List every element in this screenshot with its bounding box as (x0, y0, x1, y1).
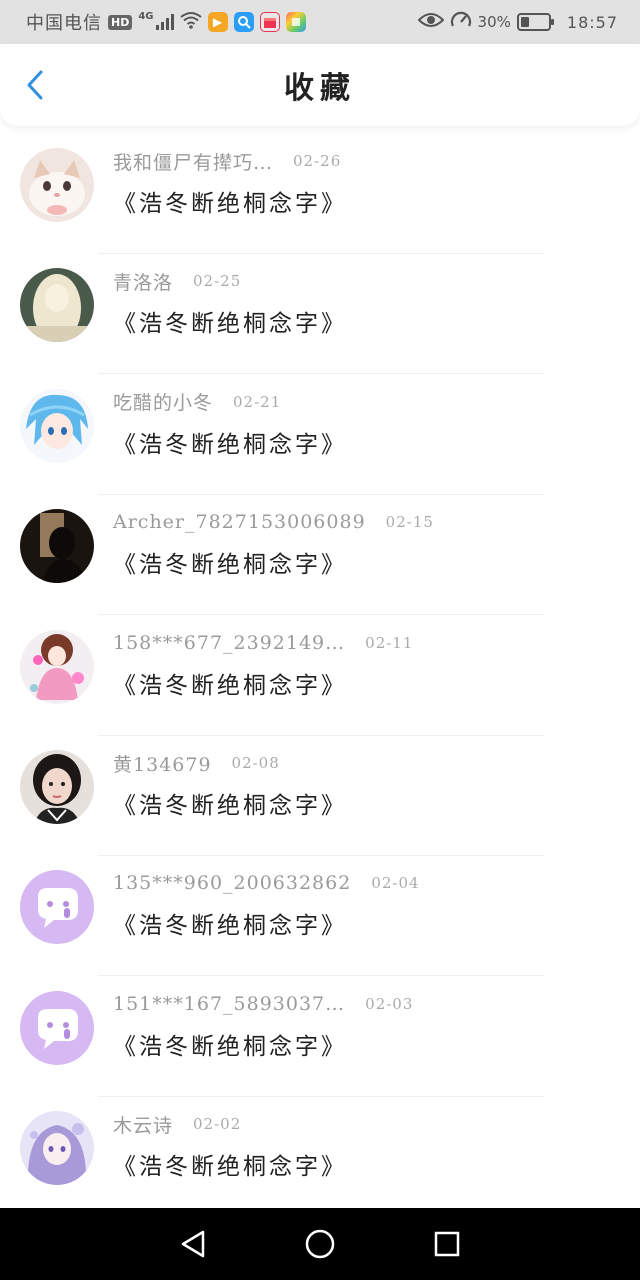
user-name[interactable]: 151***167_5893037… (113, 993, 345, 1015)
item-title[interactable]: 《浩冬断绝桐念字》 (113, 425, 347, 459)
avatar[interactable] (20, 990, 94, 1065)
video-app-icon: ▶ (207, 12, 228, 32)
user-name[interactable]: Archer_7827153006089 (113, 511, 366, 533)
item-date: 02-08 (231, 754, 280, 772)
circle-home-icon (305, 1229, 335, 1259)
item-title[interactable]: 《浩冬断绝桐念字》 (113, 545, 347, 579)
avatar[interactable] (20, 148, 94, 222)
item-date: 02-11 (365, 633, 414, 652)
network-type: 4G (138, 10, 154, 22)
item-meta: 黄134679 02-08 (113, 750, 280, 776)
item-meta: 151***167_5893037… 02-03 (113, 991, 413, 1017)
user-name[interactable]: 我和僵尸有撵巧… (113, 148, 273, 175)
avatar[interactable] (20, 1111, 94, 1186)
app-header: 收藏 (0, 44, 640, 126)
user-name[interactable]: 木云诗 (113, 1111, 173, 1138)
nav-recents-button[interactable] (427, 1224, 467, 1264)
list-item[interactable]: 135***960_200632862 02-04 《浩冬断绝桐念字》 (0, 856, 640, 977)
avatar[interactable] (20, 509, 94, 584)
list-item[interactable]: 木云诗 02-02 《浩冬断绝桐念字》 (0, 1097, 640, 1208)
item-date: 02-03 (365, 994, 414, 1013)
user-name[interactable]: 黄134679 (113, 750, 212, 777)
chevron-left-icon (27, 70, 43, 100)
user-name[interactable]: 青洛洛 (113, 268, 173, 295)
nav-home-button[interactable] (300, 1224, 340, 1264)
status-right: 30% 18:57 (417, 10, 618, 35)
signal-icon (155, 14, 174, 30)
item-meta: Archer_7827153006089 02-15 (113, 509, 434, 535)
gift-app-icon (259, 12, 280, 32)
eye-icon (417, 12, 444, 33)
item-title[interactable]: 《浩冬断绝桐念字》 (113, 304, 347, 338)
list-item[interactable]: 151***167_5893037… 02-03 《浩冬断绝桐念字》 (0, 977, 640, 1097)
square-recents-icon (434, 1231, 459, 1257)
system-nav-bar (0, 1208, 640, 1280)
item-meta: 我和僵尸有撵巧… 02-26 (113, 148, 341, 174)
nav-back-button[interactable] (173, 1224, 213, 1264)
item-date: 02-02 (193, 1115, 242, 1134)
user-name[interactable]: 158***677_2392149… (113, 632, 345, 654)
user-name[interactable]: 135***960_200632862 (113, 872, 351, 894)
status-left: 中国电信 HD 4G ▶ (26, 9, 306, 35)
list-item[interactable]: 我和僵尸有撵巧… 02-26 《浩冬断绝桐念字》 (0, 134, 640, 254)
page-title: 收藏 (284, 71, 356, 106)
search-app-icon (233, 12, 254, 32)
item-date: 02-15 (385, 513, 434, 532)
avatar[interactable] (20, 870, 94, 945)
carrier-label: 中国电信 (26, 13, 102, 34)
battery-percent: 30% (477, 13, 511, 31)
user-name[interactable]: 吃醋的小冬 (113, 388, 213, 415)
item-meta: 135***960_200632862 02-04 (113, 870, 420, 896)
item-date: 02-25 (193, 272, 242, 291)
list-item[interactable]: 吃醋的小冬 02-21 《浩冬断绝桐念字》 (0, 375, 640, 495)
list-item[interactable]: Archer_7827153006089 02-15 《浩冬断绝桐念字》 (0, 495, 640, 616)
item-date: 02-26 (293, 152, 342, 170)
list-item[interactable]: 158***677_2392149… 02-11 《浩冬断绝桐念字》 (0, 616, 640, 736)
item-date: 02-21 (233, 392, 282, 411)
wifi-icon (179, 11, 202, 34)
item-title[interactable]: 《浩冬断绝桐念字》 (113, 666, 347, 700)
item-title[interactable]: 《浩冬断绝桐念字》 (113, 1027, 347, 1061)
item-meta: 青洛洛 02-25 (113, 268, 241, 294)
avatar[interactable] (20, 388, 94, 463)
avatar[interactable] (20, 268, 94, 343)
item-meta: 158***677_2392149… 02-11 (113, 630, 413, 656)
multicolor-app-icon (285, 12, 306, 32)
item-title[interactable]: 《浩冬断绝桐念字》 (113, 786, 347, 820)
status-bar: 中国电信 HD 4G ▶ 30% 18:57 (0, 0, 640, 44)
list-item[interactable]: 黄134679 02-08 《浩冬断绝桐念字》 (0, 736, 640, 856)
back-button[interactable] (20, 70, 50, 100)
item-title[interactable]: 《浩冬断绝桐念字》 (113, 906, 347, 940)
avatar[interactable] (20, 750, 94, 824)
battery-icon (516, 13, 554, 31)
item-meta: 吃醋的小冬 02-21 (113, 389, 281, 415)
item-title[interactable]: 《浩冬断绝桐念字》 (113, 184, 347, 218)
item-date: 02-04 (371, 874, 420, 893)
clock: 18:57 (566, 12, 618, 32)
gauge-icon (450, 10, 472, 35)
list-item[interactable]: 青洛洛 02-25 《浩冬断绝桐念字》 (0, 254, 640, 375)
hd-badge: HD (108, 14, 133, 30)
item-meta: 木云诗 02-02 (113, 1111, 241, 1137)
item-title[interactable]: 《浩冬断绝桐念字》 (113, 1147, 347, 1181)
avatar[interactable] (20, 629, 94, 704)
favorites-list[interactable]: 我和僵尸有撵巧… 02-26 《浩冬断绝桐念字》 青洛洛 02-25 《浩冬断绝桐念字》吃… (0, 126, 640, 1208)
triangle-back-icon (182, 1230, 205, 1258)
